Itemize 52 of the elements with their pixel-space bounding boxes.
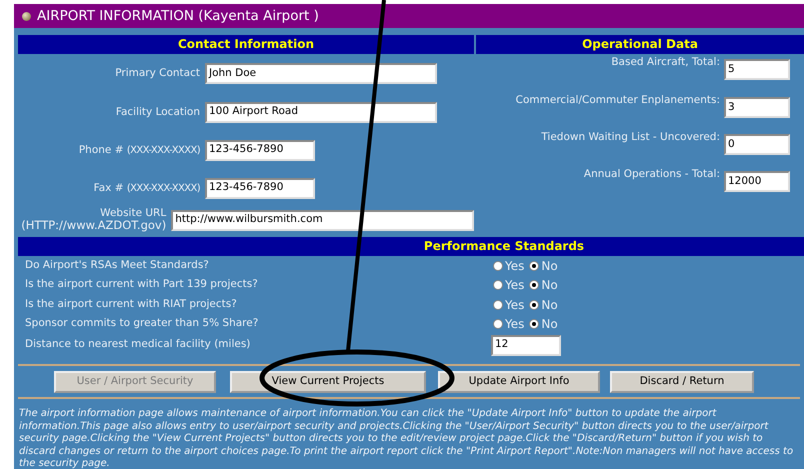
field-label: Website URL <box>99 207 166 220</box>
section-header: Operational Data <box>476 35 804 54</box>
radio-label: No <box>541 277 558 294</box>
radio-label: Yes <box>505 277 524 294</box>
radio-button[interactable] <box>493 280 503 290</box>
help-text: The airport information page allows maintenance of airport information.You can click the "Update Airport Info" button to update the airport information.This page also allows entry to user/airport security and projects.Clicking the "User/Airport Security" button directs you to the user/airport security page.Clicking the "View Current Projects" button directs you to the edit/review project page.Click the "Discard/Return" button if you wish to discard changes or return to the airport choices page.To print the airport report click the "Print Airport Report".Note:Non managers will not have access to the security page. <box>18 407 794 469</box>
section-header: Contact Information <box>18 35 474 54</box>
radio-label: No <box>541 316 558 334</box>
text-field[interactable]: 12000 <box>724 171 790 192</box>
text-field[interactable]: 123-456-7890 <box>205 178 315 198</box>
bullet-icon <box>22 12 31 20</box>
radio-label: Yes <box>505 296 524 314</box>
text-field[interactable]: 100 Airport Road <box>205 102 437 122</box>
field-hint: (XXX-XXX-XXXX) <box>126 144 200 156</box>
action-button[interactable]: Discard / Return <box>610 371 754 393</box>
question-label: Do Airport's RSAs Meet Standards? <box>25 258 210 273</box>
question-label: Is the airport current with Part 139 projects? <box>25 277 259 292</box>
text-field[interactable]: 5 <box>724 59 790 80</box>
radio-button[interactable] <box>529 319 540 330</box>
field-label: Based Aircraft, Total: <box>611 56 720 68</box>
page-title: AIRPORT INFORMATION (Kayenta Airport ) <box>37 6 319 26</box>
action-button[interactable]: Update Airport Info <box>438 371 600 393</box>
question-label: Sponsor commits to greater than 5% Share? <box>25 316 260 332</box>
text-field[interactable]: 0 <box>724 134 790 155</box>
radio-button[interactable] <box>493 319 503 330</box>
field-label: Fax # <box>94 182 124 194</box>
radio-button[interactable] <box>529 300 540 310</box>
action-button[interactable]: View Current Projects <box>230 371 426 393</box>
radio-button[interactable] <box>529 280 540 290</box>
field-hint: (HTTP://www.AZDOT.gov) <box>20 219 166 233</box>
section-header: Performance Standards <box>18 237 804 256</box>
field-label: Commercial/Commuter Enplanements: <box>516 94 720 106</box>
radio-button[interactable] <box>529 260 540 271</box>
text-field[interactable]: 123-456-7890 <box>205 140 315 160</box>
radio-label: Yes <box>505 258 524 275</box>
text-field[interactable]: 12 <box>491 334 561 356</box>
field-label: Facility Location <box>114 106 200 118</box>
question-label: Distance to nearest medical facility (miles) <box>25 337 252 352</box>
text-field[interactable]: John Doe <box>205 63 437 84</box>
radio-label: No <box>541 296 558 314</box>
field-label: Annual Operations - Total: <box>584 168 720 180</box>
radio-label: No <box>541 258 558 275</box>
field-label: Tiedown Waiting List - Uncovered: <box>541 131 720 144</box>
text-field[interactable]: http://www.wilbursmith.com <box>171 210 474 230</box>
question-label: Is the airport current with RIAT projects? <box>25 296 238 312</box>
radio-button[interactable] <box>493 300 503 310</box>
field-label: Primary Contact <box>114 67 200 80</box>
field-label: Phone # <box>78 144 124 156</box>
radio-button[interactable] <box>493 260 503 271</box>
field-hint: (XXX-XXX-XXXX) <box>126 182 200 194</box>
radio-label: Yes <box>505 316 524 334</box>
text-field[interactable]: 3 <box>724 97 790 118</box>
